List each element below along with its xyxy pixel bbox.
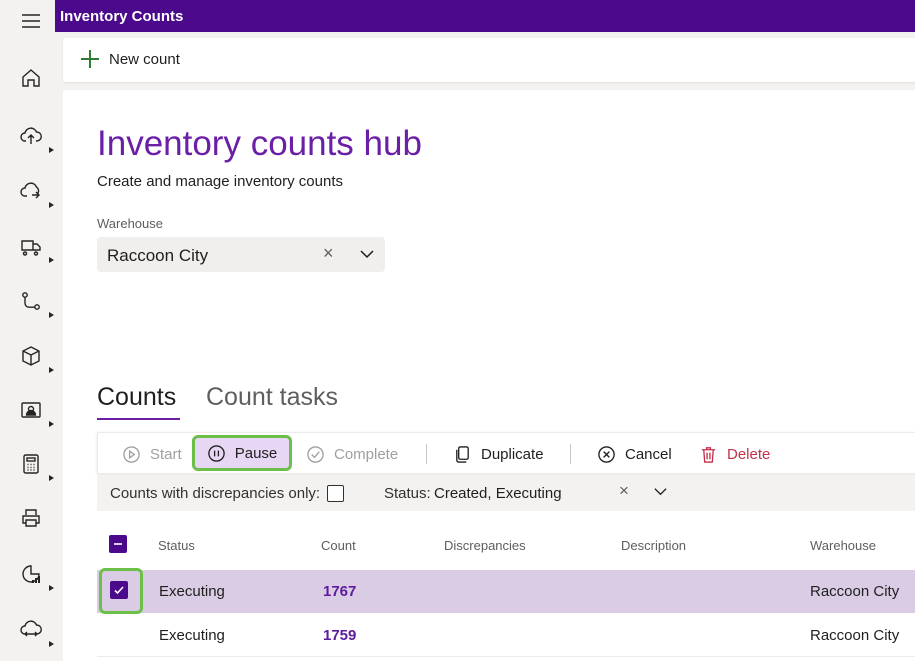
- column-header-count[interactable]: Count: [321, 538, 356, 553]
- nav-contacts-button[interactable]: [14, 393, 54, 427]
- tab-selection-indicator: [97, 418, 180, 420]
- column-header-description[interactable]: Description: [621, 538, 686, 553]
- nav-print-button[interactable]: [14, 501, 48, 535]
- contact-card-icon: [21, 402, 41, 418]
- expand-caret-icon: [49, 421, 54, 427]
- cell-status: Executing: [159, 583, 225, 600]
- copy-icon: [456, 445, 469, 463]
- truck-icon: [21, 240, 41, 256]
- table-row[interactable]: Executing 1759 Raccoon City: [97, 614, 915, 657]
- action-toolbar: Start Pause Complete Duplicate Cancel De…: [97, 432, 915, 474]
- expand-caret-icon: [49, 367, 54, 373]
- play-circle-icon: [123, 445, 140, 463]
- expand-caret-icon: [49, 475, 54, 481]
- calculator-icon: [23, 454, 39, 474]
- row-checkbox[interactable]: [110, 581, 128, 599]
- duplicate-button[interactable]: Duplicate: [453, 433, 544, 475]
- cell-count-link[interactable]: 1767: [323, 583, 356, 600]
- nav-analytics-button[interactable]: [14, 557, 54, 591]
- toolbar-divider: [570, 444, 571, 464]
- tab-counts[interactable]: Counts: [97, 383, 176, 412]
- warehouse-clear-icon[interactable]: ×: [323, 243, 334, 264]
- nav-home-button[interactable]: [14, 61, 48, 95]
- cloud-sync-icon: [20, 182, 40, 199]
- upload-cloud-icon: [20, 127, 42, 144]
- trash-icon: [701, 446, 716, 463]
- discrepancies-checkbox[interactable]: [327, 485, 344, 502]
- pause-button[interactable]: Pause: [192, 435, 292, 471]
- tab-count-tasks[interactable]: Count tasks: [206, 383, 338, 412]
- status-filter-label: Status:: [384, 485, 431, 502]
- cell-warehouse: Raccoon City: [810, 627, 900, 644]
- delete-button[interactable]: Delete: [699, 433, 770, 475]
- warehouse-select[interactable]: Raccoon City ×: [97, 237, 385, 272]
- column-header-discrepancies[interactable]: Discrepancies: [444, 538, 526, 553]
- command-bar: New count: [63, 38, 915, 82]
- chevron-down-icon[interactable]: [359, 246, 375, 267]
- nav-rail: [0, 0, 55, 661]
- grid-header: Status Count Discrepancies Description W…: [97, 524, 915, 566]
- nav-cloud-transfer-button[interactable]: [14, 613, 54, 647]
- new-count-button[interactable]: New count: [81, 50, 180, 68]
- delete-label: Delete: [727, 445, 771, 463]
- cloud-transfer-icon: [20, 620, 42, 637]
- nav-shipping-button[interactable]: [14, 229, 54, 263]
- main-content: Inventory counts hub Create and manage i…: [63, 90, 915, 661]
- checkmark-icon: [114, 586, 124, 595]
- cell-count-link[interactable]: 1759: [323, 627, 356, 644]
- column-header-warehouse[interactable]: Warehouse: [810, 538, 876, 553]
- expand-caret-icon: [49, 257, 54, 263]
- checkmark-circle-icon: [307, 445, 324, 463]
- hamburger-menu-button[interactable]: [14, 4, 48, 38]
- warehouse-label: Warehouse: [97, 216, 163, 231]
- app-header: Inventory Counts: [55, 0, 915, 32]
- app-title: Inventory Counts: [60, 8, 184, 25]
- duplicate-label: Duplicate: [481, 445, 544, 463]
- warehouse-value: Raccoon City: [107, 246, 209, 265]
- expand-caret-icon: [49, 147, 54, 153]
- plus-icon: [81, 50, 99, 68]
- expand-caret-icon: [49, 202, 54, 208]
- expand-caret-icon: [49, 312, 54, 318]
- page-title: Inventory counts hub: [97, 124, 422, 163]
- nav-cloud-sync-button[interactable]: [14, 174, 54, 208]
- start-label: Start: [150, 445, 182, 463]
- nav-flow-button[interactable]: [14, 284, 54, 318]
- cell-status: Executing: [159, 627, 225, 644]
- discrepancies-filter-label: Counts with discrepancies only:: [110, 485, 321, 502]
- page-subtitle: Create and manage inventory counts: [97, 173, 343, 190]
- cancel-label: Cancel: [625, 445, 672, 463]
- select-all-checkbox[interactable]: [109, 535, 127, 553]
- pause-circle-icon: [207, 444, 225, 462]
- box-icon: [22, 346, 40, 366]
- filter-bar: Counts with discrepancies only: Status: …: [97, 475, 915, 511]
- row-checkbox-highlight: [99, 568, 143, 614]
- indeterminate-icon: [114, 543, 122, 545]
- new-count-label: New count: [109, 50, 180, 68]
- complete-button[interactable]: Complete: [306, 433, 398, 475]
- printer-icon: [22, 509, 40, 527]
- analytics-icon: [22, 565, 40, 583]
- expand-caret-icon: [49, 641, 54, 647]
- nav-upload-button[interactable]: [14, 119, 54, 153]
- nav-products-button[interactable]: [14, 339, 54, 373]
- column-header-status[interactable]: Status: [158, 538, 195, 553]
- flow-icon: [22, 292, 40, 310]
- cancel-button[interactable]: Cancel: [597, 433, 672, 475]
- expand-caret-icon: [49, 585, 54, 591]
- hamburger-icon: [22, 14, 40, 28]
- start-button[interactable]: Start: [122, 433, 182, 475]
- pause-label: Pause: [234, 444, 278, 462]
- home-icon: [22, 69, 40, 87]
- toolbar-divider: [426, 444, 427, 464]
- dismiss-circle-icon: [598, 445, 615, 463]
- nav-calculator-button[interactable]: [14, 447, 54, 481]
- chevron-down-icon[interactable]: [653, 484, 668, 504]
- status-clear-icon[interactable]: ×: [619, 481, 629, 501]
- status-filter-value[interactable]: Created, Executing: [434, 485, 562, 502]
- cell-warehouse: Raccoon City: [810, 583, 900, 600]
- complete-label: Complete: [334, 445, 399, 463]
- table-row[interactable]: Executing 1767 Raccoon City: [97, 568, 915, 614]
